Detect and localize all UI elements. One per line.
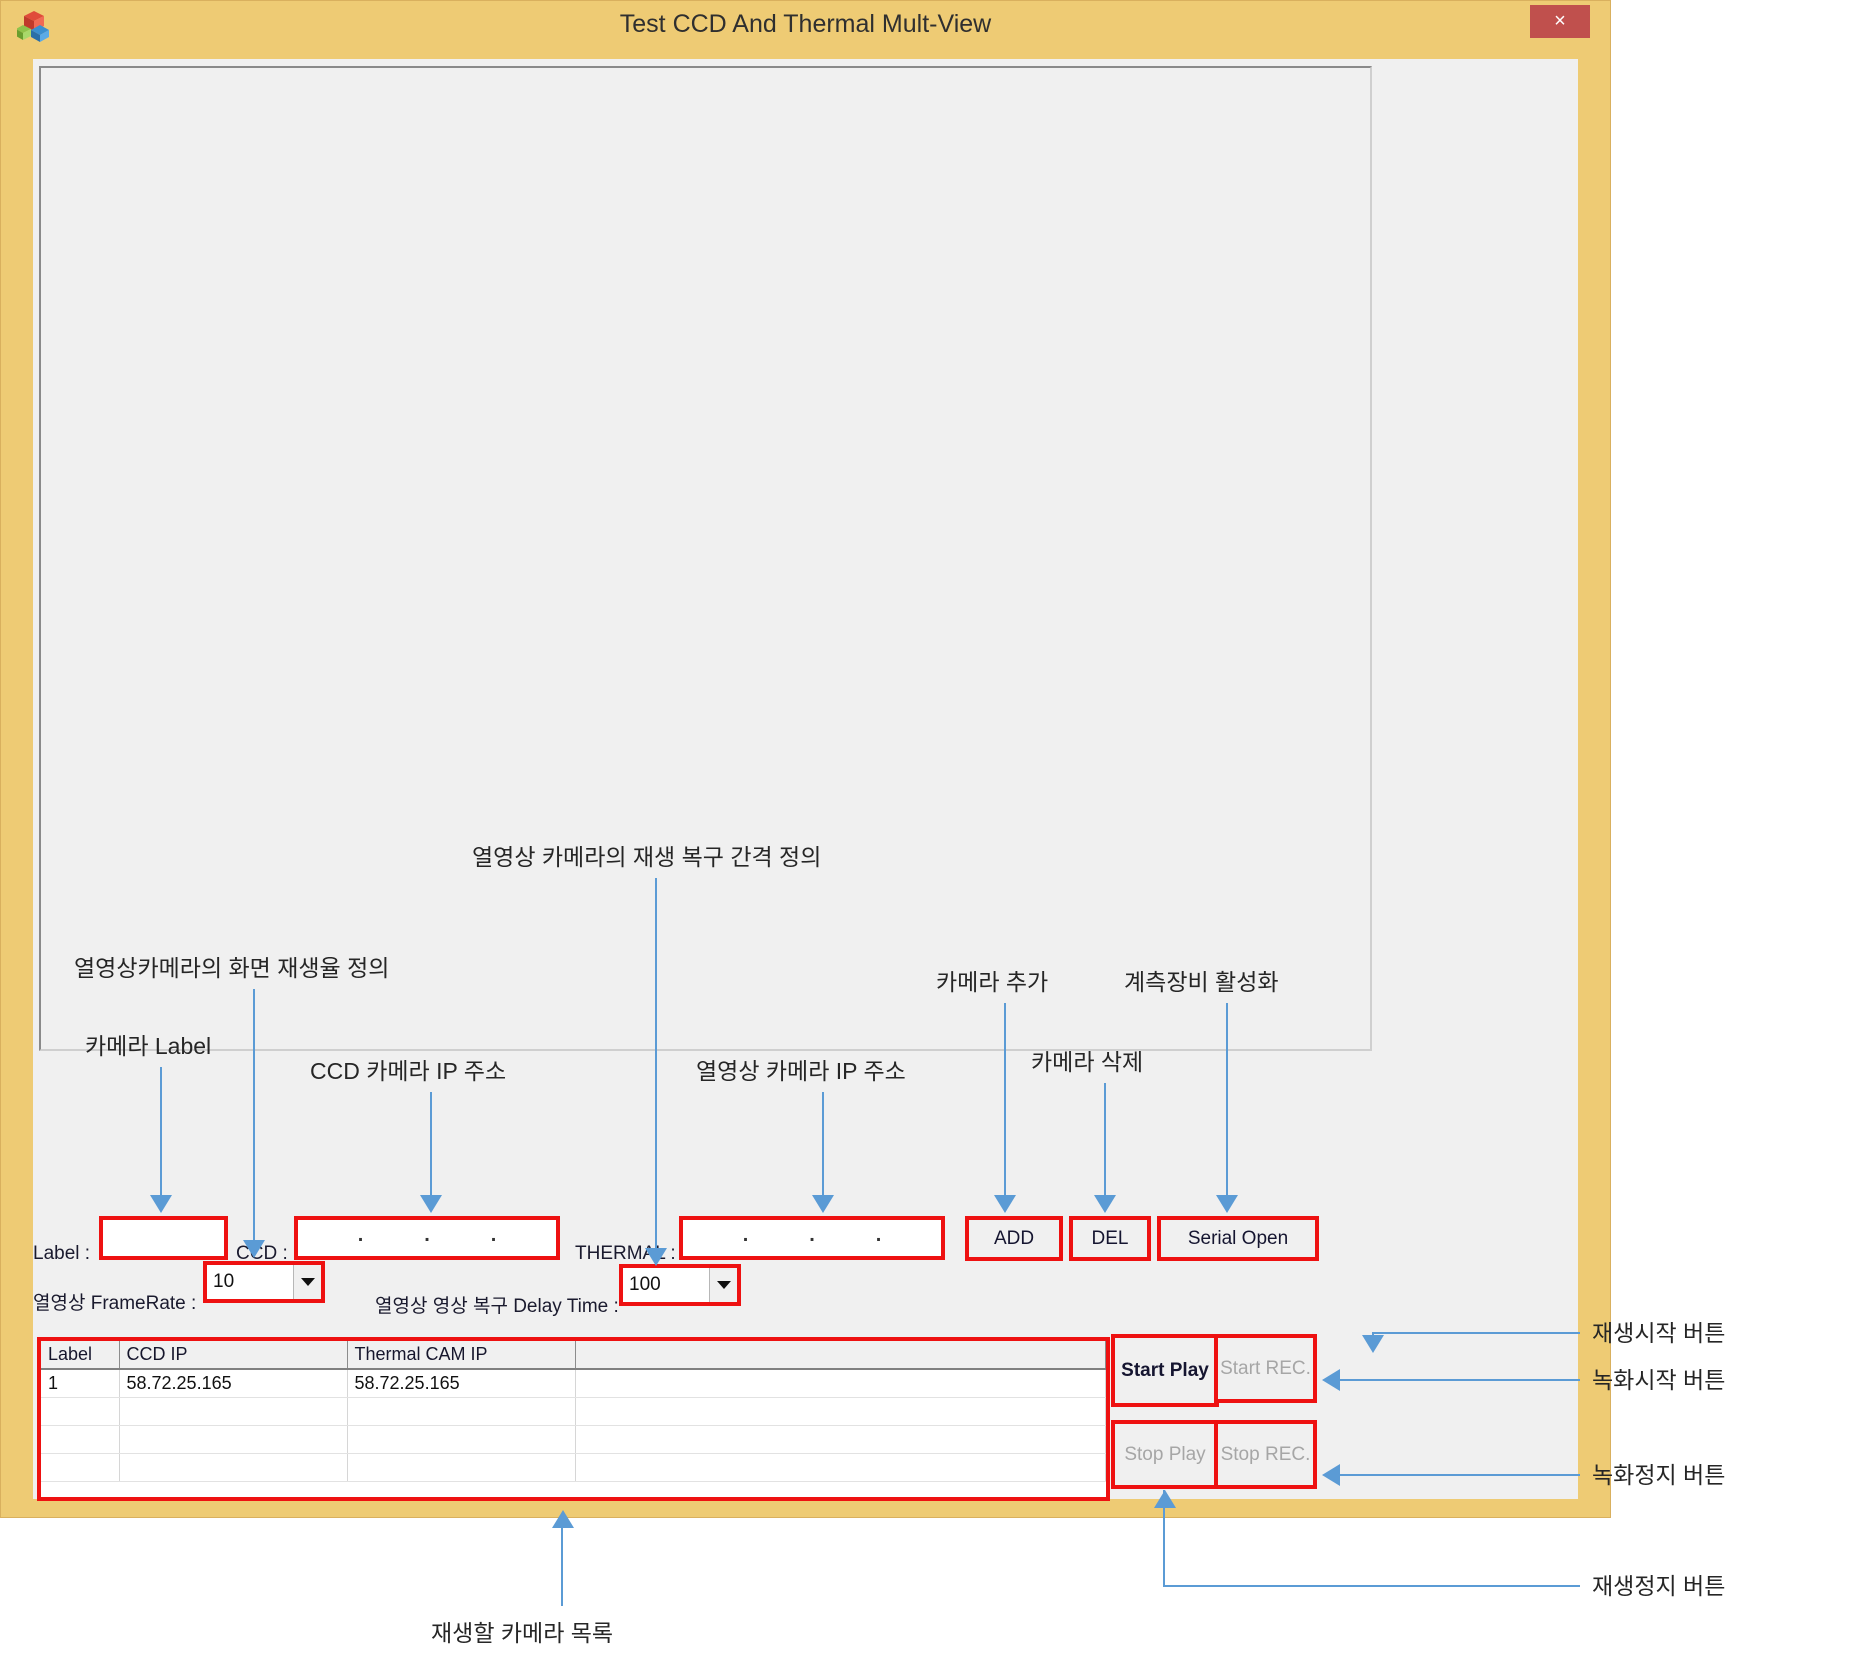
- delay-time-value: 100: [629, 1274, 661, 1295]
- cell-thermal-ip[interactable]: [347, 1425, 576, 1454]
- ccd-ip-input[interactable]: . . .: [296, 1218, 558, 1258]
- ip-dot: .: [490, 1223, 497, 1246]
- label-field-label: Label :: [33, 1243, 91, 1264]
- annotation-camera-label: 카메라 Label: [85, 1033, 212, 1059]
- leader-arrow-thermal-delay: [645, 1248, 667, 1266]
- leader-arrow-ccd-ip: [420, 1195, 442, 1213]
- cell-ccd-ip[interactable]: [119, 1425, 348, 1454]
- leader-arrow-camera-label: [150, 1195, 172, 1213]
- ip-dot: .: [742, 1223, 749, 1246]
- cell-thermal-ip[interactable]: [347, 1397, 576, 1426]
- video-display-panel[interactable]: [39, 66, 1372, 1051]
- serial-open-button[interactable]: Serial Open: [1160, 1219, 1316, 1258]
- chevron-down-icon[interactable]: [709, 1267, 738, 1303]
- cell-ccd-ip[interactable]: [119, 1397, 348, 1426]
- cell-blank[interactable]: [575, 1369, 1106, 1398]
- table-row[interactable]: 1 58.72.25.165 58.72.25.165: [41, 1369, 1106, 1398]
- table-row[interactable]: [41, 1425, 1106, 1454]
- stop-rec-button[interactable]: Stop REC.: [1217, 1423, 1314, 1486]
- col-header-ccd-ip[interactable]: CCD IP: [119, 1341, 348, 1370]
- col-header-label[interactable]: Label: [41, 1341, 120, 1370]
- leader-line-stop-rec: [1340, 1474, 1580, 1476]
- leader-arrow-thermal-ip: [812, 1195, 834, 1213]
- framerate-value: 10: [213, 1271, 235, 1292]
- leader-line-start-play: [1372, 1332, 1580, 1334]
- annotation-ccd-ip: CCD 카메라 IP 주소: [310, 1058, 507, 1084]
- chevron-down-icon[interactable]: [293, 1264, 322, 1300]
- cell-label[interactable]: [41, 1425, 120, 1454]
- leader-line-camera-list: [561, 1528, 563, 1606]
- leader-arrow-stop-rec: [1322, 1464, 1340, 1486]
- cell-label[interactable]: 1: [41, 1369, 120, 1398]
- add-button[interactable]: ADD: [968, 1219, 1060, 1258]
- ip-dot: .: [424, 1223, 430, 1246]
- stop-play-button[interactable]: Stop Play: [1114, 1423, 1216, 1486]
- ip-dot: .: [357, 1223, 364, 1246]
- camera-list-grid[interactable]: Label CCD IP Thermal CAM IP 1 58.72.25.1…: [40, 1340, 1107, 1498]
- col-header-blank[interactable]: [575, 1341, 1106, 1370]
- col-header-thermal-cam-ip[interactable]: Thermal CAM IP: [347, 1341, 576, 1370]
- cell-label[interactable]: [41, 1453, 120, 1482]
- delay-time-label: 열영상 영상 복구 Delay Time :: [375, 1296, 619, 1317]
- start-rec-button[interactable]: Start REC.: [1217, 1337, 1314, 1400]
- leader-line-start-rec: [1340, 1379, 1580, 1381]
- leader-arrow-stop-play: [1154, 1490, 1176, 1508]
- annotation-stop-rec: 녹화정지 버튼: [1592, 1462, 1726, 1488]
- framerate-select[interactable]: 10: [205, 1263, 323, 1301]
- window-title: Test CCD And Thermal Mult-View: [619, 10, 992, 38]
- annotation-thermal-ip: 열영상 카메라 IP 주소: [696, 1058, 906, 1084]
- annotation-thermal-delay: 열영상 카메라의 재생 복구 간격 정의: [472, 844, 822, 870]
- leader-arrow-framerate: [243, 1240, 265, 1258]
- thermal-ip-input[interactable]: . . .: [681, 1218, 943, 1258]
- ip-dot: .: [875, 1223, 882, 1246]
- table-row[interactable]: [41, 1453, 1106, 1482]
- cell-ccd-ip[interactable]: 58.72.25.165: [119, 1369, 348, 1398]
- leader-line-camera-add: [1004, 1003, 1006, 1199]
- leader-arrow-start-rec: [1322, 1369, 1340, 1391]
- leader-line-thermal-delay: [655, 878, 657, 1220]
- leader-line-thermal-ip: [822, 1092, 824, 1199]
- start-play-button[interactable]: Start Play: [1114, 1337, 1216, 1404]
- leader-line-serial-enable: [1226, 1003, 1228, 1199]
- leader-line-camera-label: [160, 1067, 162, 1199]
- table-row[interactable]: [41, 1397, 1106, 1426]
- annotation-stop-play: 재생정지 버튼: [1592, 1573, 1726, 1599]
- leader-arrow-camera-list: [552, 1510, 574, 1528]
- cell-thermal-ip[interactable]: [347, 1453, 576, 1482]
- delay-time-select[interactable]: 100: [621, 1266, 739, 1304]
- annotation-start-play: 재생시작 버튼: [1592, 1320, 1726, 1346]
- leader-arrow-camera-del: [1094, 1195, 1116, 1213]
- title-bar[interactable]: Test CCD And Thermal Mult-View ×: [1, 1, 1610, 53]
- cell-ccd-ip[interactable]: [119, 1453, 348, 1482]
- cell-blank[interactable]: [575, 1453, 1106, 1482]
- cell-thermal-ip[interactable]: 58.72.25.165: [347, 1369, 576, 1398]
- annotation-start-rec: 녹화시작 버튼: [1592, 1367, 1726, 1393]
- framerate-label: 열영상 FrameRate :: [33, 1293, 197, 1314]
- label-input[interactable]: [101, 1218, 226, 1258]
- camera-table: Label CCD IP Thermal CAM IP 1 58.72.25.1…: [41, 1341, 1106, 1482]
- cell-blank[interactable]: [575, 1397, 1106, 1426]
- leader-arrow-start-play: [1362, 1335, 1384, 1353]
- ip-dot: .: [809, 1223, 815, 1246]
- leader-line-thermal-delay-2: [655, 1220, 657, 1250]
- del-button[interactable]: DEL: [1072, 1219, 1148, 1258]
- annotation-serial-enable: 계측장비 활성화: [1124, 969, 1279, 995]
- leader-line-framerate-2: [253, 1224, 255, 1242]
- leader-line-camera-del: [1104, 1083, 1106, 1199]
- leader-line-stop-play: [1163, 1585, 1580, 1587]
- cell-blank[interactable]: [575, 1425, 1106, 1454]
- annotation-camera-del: 카메라 삭제: [1031, 1049, 1144, 1075]
- table-header-row: Label CCD IP Thermal CAM IP: [41, 1341, 1106, 1370]
- leader-line-ccd-ip: [430, 1092, 432, 1199]
- annotation-camera-list: 재생할 카메라 목록: [431, 1620, 614, 1646]
- cell-label[interactable]: [41, 1397, 120, 1426]
- leader-line-framerate: [253, 989, 255, 1224]
- close-button[interactable]: ×: [1530, 5, 1590, 38]
- annotation-camera-add: 카메라 추가: [936, 969, 1049, 995]
- leader-arrow-serial-enable: [1216, 1195, 1238, 1213]
- leader-arrow-camera-add: [994, 1195, 1016, 1213]
- annotation-framerate: 열영상카메라의 화면 재생율 정의: [74, 955, 390, 981]
